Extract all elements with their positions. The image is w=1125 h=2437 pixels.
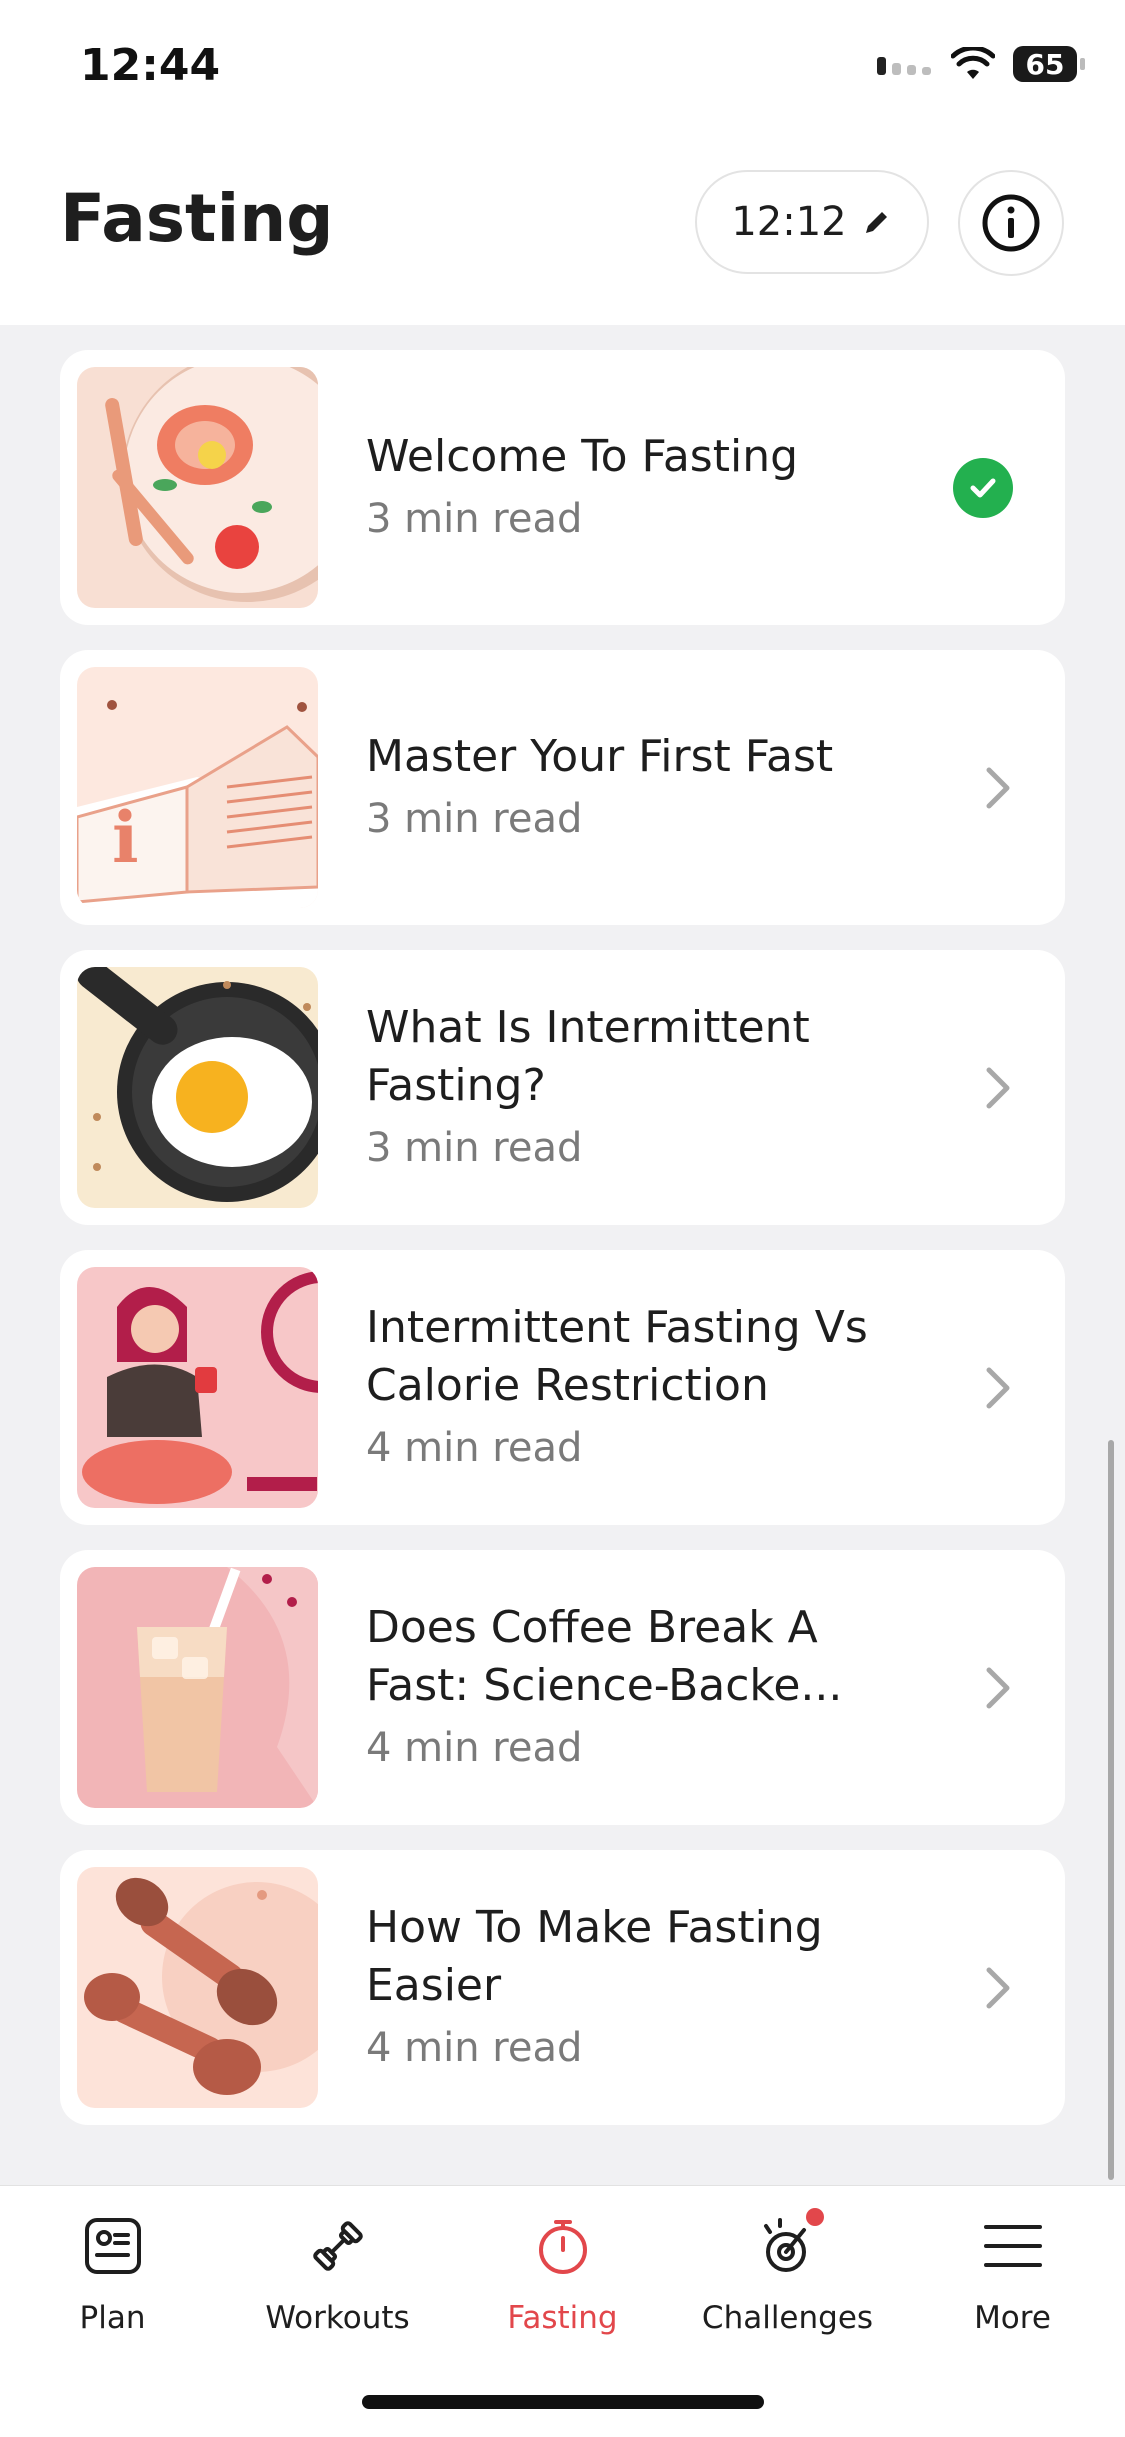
- tab-label: More: [974, 2300, 1051, 2336]
- article-card[interactable]: i Master Your First Fast 3 min read: [60, 650, 1065, 925]
- info-icon: [982, 194, 1040, 252]
- article-read-time: 4 min read: [366, 1424, 583, 1471]
- article-read-time: 3 min read: [366, 1124, 583, 1171]
- completed-check-icon: [953, 457, 1013, 518]
- timer-value: 12:12: [731, 199, 847, 245]
- article-read-time: 4 min read: [366, 2024, 583, 2071]
- fasting-timer-button[interactable]: 12:12: [695, 170, 929, 274]
- article-thumbnail-egg-pan: [77, 967, 318, 1208]
- tab-workouts[interactable]: Workouts: [225, 2214, 450, 2336]
- chevron-right-icon: [986, 1967, 1010, 2008]
- article-title: Master Your First Fast: [366, 730, 834, 782]
- tab-plan[interactable]: Plan: [0, 2214, 225, 2336]
- tab-more[interactable]: More: [900, 2214, 1125, 2336]
- battery-indicator: 65: [1013, 46, 1085, 82]
- status-bar: 12:44 65: [0, 0, 1125, 135]
- chevron-right-icon: [986, 1667, 1010, 1708]
- tab-label: Fasting: [507, 2300, 618, 2336]
- article-title: How To Make Fasting Easier: [366, 1901, 823, 2011]
- stopwatch-icon: [531, 2214, 595, 2278]
- article-thumbnail-book: i: [77, 667, 318, 908]
- status-time: 12:44: [80, 40, 221, 91]
- article-thumbnail-woman-clock: [77, 1267, 318, 1508]
- chevron-right-icon: [986, 1067, 1010, 1108]
- notification-badge: [805, 2208, 824, 2226]
- article-title: What Is Intermittent Fasting?: [366, 1001, 810, 1111]
- tab-label: Workouts: [265, 2300, 410, 2336]
- chevron-right-icon: [986, 767, 1010, 808]
- tab-label: Challenges: [701, 2300, 874, 2336]
- article-thumbnail-iced-coffee: [77, 1567, 318, 1808]
- scrollbar[interactable]: [1108, 1440, 1114, 2180]
- plan-icon: [81, 2214, 145, 2278]
- page-title: Fasting: [60, 180, 334, 257]
- article-read-time: 4 min read: [366, 1724, 583, 1771]
- info-button[interactable]: [958, 170, 1064, 276]
- svg-text:i: i: [112, 796, 139, 879]
- article-title: Intermittent Fasting Vs Calorie Restrict…: [366, 1301, 868, 1411]
- article-card[interactable]: Welcome To Fasting 3 min read: [60, 350, 1065, 625]
- article-read-time: 3 min read: [366, 495, 583, 542]
- challenges-icon: [756, 2208, 824, 2278]
- article-list: Welcome To Fasting 3 min read i Master Y…: [60, 350, 1065, 2150]
- header: Fasting 12:12: [0, 135, 1125, 325]
- pencil-icon: [865, 212, 887, 233]
- article-read-time: 3 min read: [366, 795, 583, 842]
- tab-fasting[interactable]: Fasting: [450, 2214, 675, 2336]
- signal-icon: [877, 57, 931, 75]
- article-card[interactable]: Does Coffee Break A Fast: Science-Backe.…: [60, 1550, 1065, 1825]
- article-card[interactable]: What Is Intermittent Fasting? 3 min read: [60, 950, 1065, 1225]
- chevron-right-icon: [986, 1367, 1010, 1408]
- status-icons: 65: [877, 46, 1085, 82]
- article-card[interactable]: How To Make Fasting Easier 4 min read: [60, 1850, 1065, 2125]
- wifi-icon: [951, 47, 995, 79]
- dumbbell-icon: [306, 2214, 370, 2278]
- tab-challenges[interactable]: Challenges: [675, 2208, 900, 2336]
- article-title: Does Coffee Break A Fast: Science-Backe.…: [366, 1601, 843, 1711]
- menu-icon: [981, 2214, 1045, 2278]
- article-title: Welcome To Fasting: [366, 430, 799, 482]
- tab-label: Plan: [79, 2300, 146, 2336]
- article-thumbnail-salmon: [77, 367, 318, 608]
- article-card[interactable]: Intermittent Fasting Vs Calorie Restrict…: [60, 1250, 1065, 1525]
- home-indicator: [362, 2395, 764, 2409]
- article-thumbnail-dumbbells: [77, 1867, 318, 2108]
